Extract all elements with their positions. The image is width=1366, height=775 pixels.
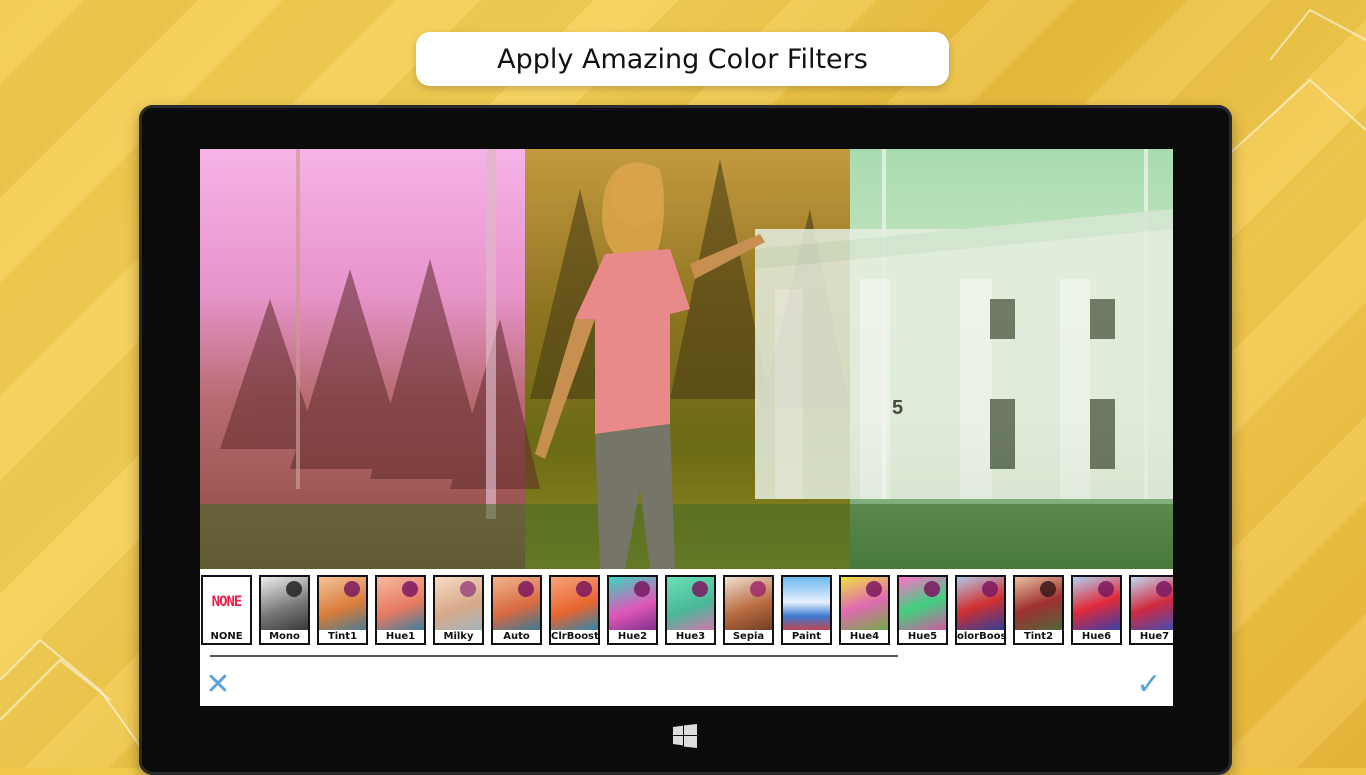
windows-logo-icon[interactable] (673, 724, 697, 748)
close-icon: ✕ (205, 668, 231, 701)
filter-thumb-mono[interactable]: Mono (259, 575, 310, 645)
filter-label: NONE (203, 630, 250, 643)
thumb-dot (866, 581, 882, 597)
filter-thumb-tint1[interactable]: Tint1 (317, 575, 368, 645)
filter-thumb-tint2[interactable]: Tint2 (1013, 575, 1064, 645)
filter-thumb-clrboost1[interactable]: ClrBoost1 (549, 575, 600, 645)
thumb-dot (1156, 581, 1172, 597)
filter-thumb-none[interactable]: NONE NONE (201, 575, 252, 645)
filter-thumb-paint[interactable]: Paint (781, 575, 832, 645)
filter-thumb-hue4[interactable]: Hue4 (839, 575, 890, 645)
thumb-dot (1040, 581, 1056, 597)
filter-thumb-milky[interactable]: Milky (433, 575, 484, 645)
filter-label: Tint2 (1015, 630, 1062, 643)
photo-scene: 5 (200, 149, 1173, 569)
thumb-dot (692, 581, 708, 597)
caption-text: Apply Amazing Color Filters (497, 43, 868, 75)
thumb-dot (344, 581, 360, 597)
checkmark-icon: ✓ (1136, 668, 1162, 701)
filter-thumb-hue3[interactable]: Hue3 (665, 575, 716, 645)
filter-label: Hue6 (1073, 630, 1120, 643)
thumb-dot (634, 581, 650, 597)
filter-thumb-colorboost[interactable]: olorBoost (955, 575, 1006, 645)
filter-strip: NONE NONE Mono Tint1 Hue1 Milky Auto Clr… (200, 572, 1173, 648)
tablet-device: 5 NONE NONE Mono Tint1 Hue1 Milky Auto C… (139, 105, 1232, 775)
filter-label: olorBoost (957, 630, 1004, 643)
thumb-dot (460, 581, 476, 597)
filter-thumb-hue1[interactable]: Hue1 (375, 575, 426, 645)
thumb-dot (576, 581, 592, 597)
cancel-button[interactable]: ✕ (204, 668, 232, 701)
filter-label: Hue1 (377, 630, 424, 643)
caption-banner: Apply Amazing Color Filters (416, 32, 949, 86)
thumb-dot (982, 581, 998, 597)
filter-thumb-hue6[interactable]: Hue6 (1071, 575, 1122, 645)
filter-label: Auto (493, 630, 540, 643)
filter-label: Sepia (725, 630, 772, 643)
filter-label: ClrBoost1 (551, 630, 598, 643)
filter-thumb-hue5[interactable]: Hue5 (897, 575, 948, 645)
filter-label: Paint (783, 630, 830, 643)
svg-text:5: 5 (892, 397, 903, 419)
filter-label: Hue7 (1131, 630, 1173, 643)
filter-thumb-hue2[interactable]: Hue2 (607, 575, 658, 645)
filter-label: Hue5 (899, 630, 946, 643)
thumb-dot (518, 581, 534, 597)
scroll-divider (210, 655, 898, 657)
thumb-dot (924, 581, 940, 597)
thumb-dot (750, 581, 766, 597)
filter-label: Tint1 (319, 630, 366, 643)
filter-thumb-hue7[interactable]: Hue7 (1129, 575, 1173, 645)
thumb-dot (286, 581, 302, 597)
app-screen: 5 NONE NONE Mono Tint1 Hue1 Milky Auto C… (200, 149, 1173, 706)
none-thumb-text: NONE (211, 594, 243, 610)
thumb-dot (402, 581, 418, 597)
photo-preview: 5 (200, 149, 1173, 569)
filter-label: Hue3 (667, 630, 714, 643)
filter-label: Hue4 (841, 630, 888, 643)
filter-thumb-auto[interactable]: Auto (491, 575, 542, 645)
apply-button[interactable]: ✓ (1132, 668, 1166, 701)
filter-thumb-image: NONE (203, 577, 250, 633)
thumb-dot (1098, 581, 1114, 597)
filter-thumb-sepia[interactable]: Sepia (723, 575, 774, 645)
filter-label: Milky (435, 630, 482, 643)
filter-label: Mono (261, 630, 308, 643)
filter-label: Hue2 (609, 630, 656, 643)
filter-thumb-image (783, 577, 830, 633)
